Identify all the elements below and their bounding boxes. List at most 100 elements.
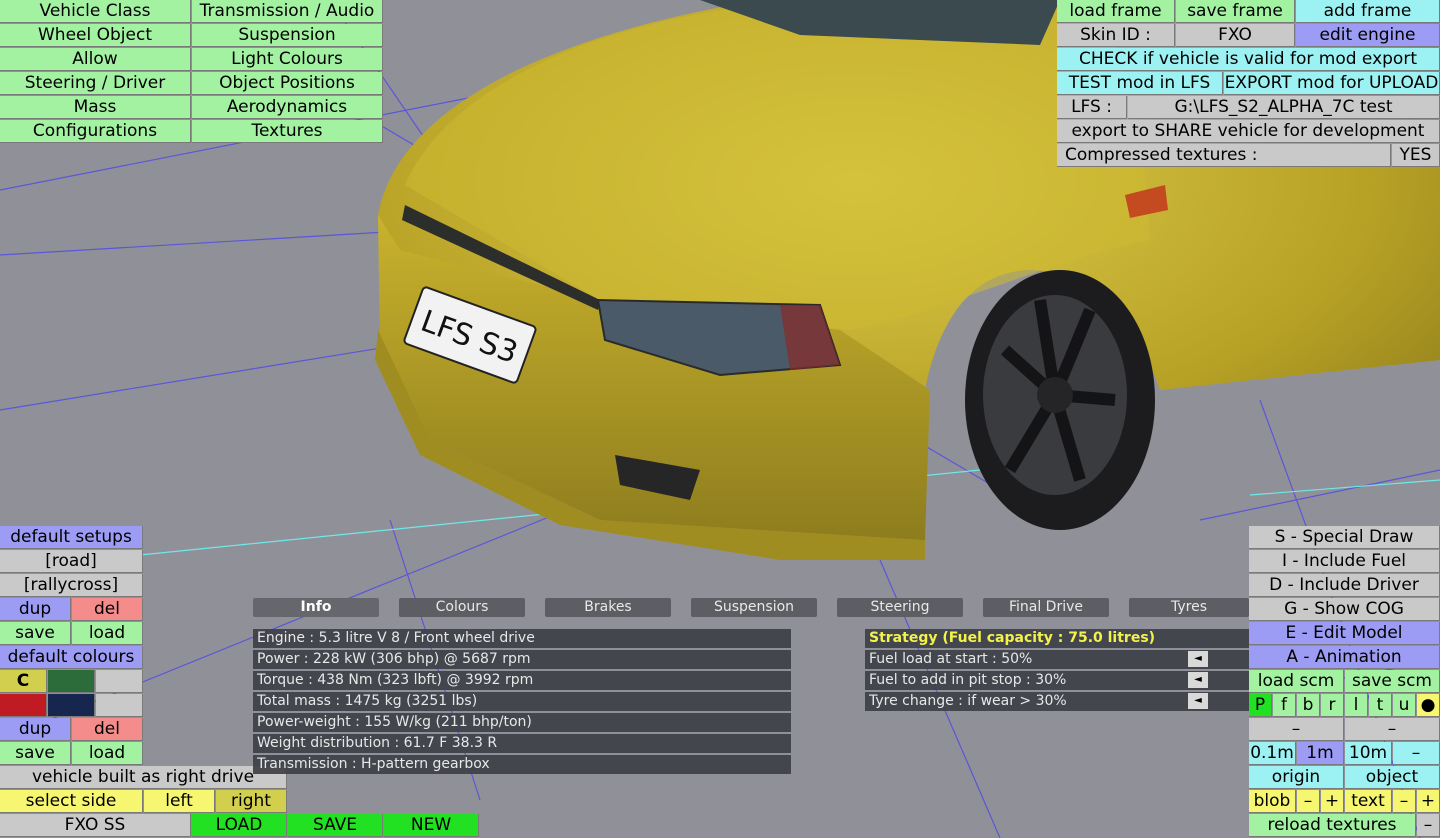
text-button[interactable]: text bbox=[1345, 790, 1392, 813]
export-share-button[interactable]: export to SHARE vehicle for development bbox=[1057, 120, 1440, 143]
tab-info[interactable]: Info bbox=[253, 598, 379, 617]
colour-swatch-grey-2[interactable] bbox=[96, 694, 143, 717]
menu-allow[interactable]: Allow bbox=[0, 48, 191, 71]
reload-minus-button[interactable]: – bbox=[1417, 814, 1440, 837]
default-colours-button[interactable]: default colours bbox=[0, 646, 143, 669]
dup-setup-button[interactable]: dup bbox=[0, 598, 71, 621]
menu-suspension[interactable]: Suspension bbox=[192, 24, 383, 47]
colour-swatch-grey[interactable] bbox=[96, 670, 143, 693]
fuel-pit-decrease-icon[interactable]: ◄ bbox=[1188, 672, 1208, 688]
test-mod-button[interactable]: TEST mod in LFS bbox=[1057, 72, 1223, 95]
view-u-button[interactable]: u bbox=[1393, 694, 1416, 717]
load-colour-button[interactable]: load bbox=[72, 742, 143, 765]
lfs-path-field[interactable]: G:\LFS_S2_ALPHA_7C test bbox=[1128, 96, 1440, 119]
colour-swatch-red[interactable] bbox=[0, 694, 47, 717]
save-setup-button[interactable]: save bbox=[0, 622, 71, 645]
strategy-title: Strategy (Fuel capacity : 75.0 litres) bbox=[865, 629, 1249, 648]
compressed-textures-label: Compressed textures : bbox=[1057, 144, 1391, 167]
menu-light-colours[interactable]: Light Colours bbox=[192, 48, 383, 71]
menu-aerodynamics[interactable]: Aerodynamics bbox=[192, 96, 383, 119]
info-weight-distribution: Weight distribution : 61.7 F 38.3 R bbox=[253, 734, 791, 753]
view-l-button[interactable]: l bbox=[1345, 694, 1368, 717]
info-total-mass: Total mass : 1475 kg (3251 lbs) bbox=[253, 692, 791, 711]
save-scm-button[interactable]: save scm bbox=[1345, 670, 1440, 693]
info-transmission: Transmission : H-pattern gearbox bbox=[253, 755, 791, 774]
view-f-button[interactable]: f bbox=[1273, 694, 1296, 717]
setup-road[interactable]: [road] bbox=[0, 550, 143, 573]
include-fuel-button[interactable]: I - Include Fuel bbox=[1249, 550, 1440, 573]
right-drive-label: vehicle built as right drive bbox=[0, 766, 287, 789]
save-vehicle-button[interactable]: SAVE bbox=[288, 814, 383, 837]
menu-object-positions[interactable]: Object Positions bbox=[192, 72, 383, 95]
colour-c-swatch[interactable]: C bbox=[0, 670, 47, 693]
tab-final-drive[interactable]: Final Drive bbox=[983, 598, 1109, 617]
colour-swatch-green[interactable] bbox=[48, 670, 95, 693]
check-vehicle-button[interactable]: CHECK if vehicle is valid for mod export bbox=[1057, 48, 1440, 71]
info-power: Power : 228 kW (306 bhp) @ 5687 rpm bbox=[253, 650, 791, 669]
view-t-button[interactable]: t bbox=[1369, 694, 1392, 717]
save-colour-button[interactable]: save bbox=[0, 742, 71, 765]
step-10m-button[interactable]: 10m bbox=[1345, 742, 1392, 765]
show-cog-button[interactable]: G - Show COG bbox=[1249, 598, 1440, 621]
blob-plus-button[interactable]: + bbox=[1321, 790, 1344, 813]
side-right-button[interactable]: right bbox=[216, 790, 287, 813]
load-vehicle-button[interactable]: LOAD bbox=[192, 814, 287, 837]
tab-colours[interactable]: Colours bbox=[399, 598, 525, 617]
blob-minus-button[interactable]: – bbox=[1297, 790, 1320, 813]
step-01m-button[interactable]: 0.1m bbox=[1249, 742, 1296, 765]
origin-button[interactable]: origin bbox=[1249, 766, 1344, 789]
edit-model-button[interactable]: E - Edit Model bbox=[1249, 622, 1440, 645]
object-button[interactable]: object bbox=[1345, 766, 1440, 789]
menu-mass[interactable]: Mass bbox=[0, 96, 191, 119]
compressed-textures-toggle[interactable]: YES bbox=[1392, 144, 1440, 167]
fuel-start-decrease-icon[interactable]: ◄ bbox=[1188, 651, 1208, 667]
special-draw-button[interactable]: S - Special Draw bbox=[1249, 526, 1440, 549]
menu-transmission-audio[interactable]: Transmission / Audio bbox=[192, 0, 383, 23]
minus-button-1[interactable]: – bbox=[1249, 718, 1344, 741]
del-colour-button[interactable]: del bbox=[72, 718, 143, 741]
blob-button[interactable]: blob bbox=[1249, 790, 1296, 813]
skin-id-label: Skin ID : bbox=[1057, 24, 1175, 47]
load-scm-button[interactable]: load scm bbox=[1249, 670, 1344, 693]
load-setup-button[interactable]: load bbox=[72, 622, 143, 645]
vehicle-name-field[interactable]: FXO SS bbox=[0, 814, 191, 837]
side-left-button[interactable]: left bbox=[144, 790, 215, 813]
menu-steering-driver[interactable]: Steering / Driver bbox=[0, 72, 191, 95]
tab-suspension[interactable]: Suspension bbox=[691, 598, 817, 617]
default-setups-button[interactable]: default setups bbox=[0, 526, 143, 549]
dup-colour-button[interactable]: dup bbox=[0, 718, 71, 741]
view-p-button[interactable]: P bbox=[1249, 694, 1272, 717]
view-r-button[interactable]: r bbox=[1321, 694, 1344, 717]
tab-brakes[interactable]: Brakes bbox=[545, 598, 671, 617]
animation-button[interactable]: A - Animation bbox=[1249, 646, 1440, 669]
tyre-change-decrease-icon[interactable]: ◄ bbox=[1188, 693, 1208, 709]
del-setup-button[interactable]: del bbox=[72, 598, 143, 621]
text-minus-button[interactable]: – bbox=[1393, 790, 1416, 813]
menu-wheel-object[interactable]: Wheel Object bbox=[0, 24, 191, 47]
menu-configurations[interactable]: Configurations bbox=[0, 120, 191, 143]
view-b-button[interactable]: b bbox=[1297, 694, 1320, 717]
add-frame-button[interactable]: add frame bbox=[1296, 0, 1440, 23]
tab-steering[interactable]: Steering bbox=[837, 598, 963, 617]
info-engine: Engine : 5.3 litre V 8 / Front wheel dri… bbox=[253, 629, 791, 648]
dot-icon[interactable]: ● bbox=[1417, 694, 1440, 717]
info-torque: Torque : 438 Nm (323 lbft) @ 3992 rpm bbox=[253, 671, 791, 690]
step-1m-button[interactable]: 1m bbox=[1297, 742, 1344, 765]
new-vehicle-button[interactable]: NEW bbox=[384, 814, 479, 837]
minus-button-2[interactable]: – bbox=[1345, 718, 1440, 741]
include-driver-button[interactable]: D - Include Driver bbox=[1249, 574, 1440, 597]
menu-vehicle-class[interactable]: Vehicle Class bbox=[0, 0, 191, 23]
edit-engine-button[interactable]: edit engine bbox=[1296, 24, 1440, 47]
colour-swatch-navy[interactable] bbox=[48, 694, 95, 717]
load-frame-button[interactable]: load frame bbox=[1057, 0, 1175, 23]
tab-tyres[interactable]: Tyres bbox=[1129, 598, 1249, 617]
text-plus-button[interactable]: + bbox=[1417, 790, 1440, 813]
reload-textures-button[interactable]: reload textures bbox=[1249, 814, 1416, 837]
step-minus-button[interactable]: – bbox=[1393, 742, 1440, 765]
export-mod-button[interactable]: EXPORT mod for UPLOAD bbox=[1224, 72, 1440, 95]
setup-rallycross[interactable]: [rallycross] bbox=[0, 574, 143, 597]
menu-textures[interactable]: Textures bbox=[192, 120, 383, 143]
select-side-label: select side bbox=[0, 790, 143, 813]
save-frame-button[interactable]: save frame bbox=[1176, 0, 1295, 23]
skin-id-field[interactable]: FXO bbox=[1176, 24, 1295, 47]
